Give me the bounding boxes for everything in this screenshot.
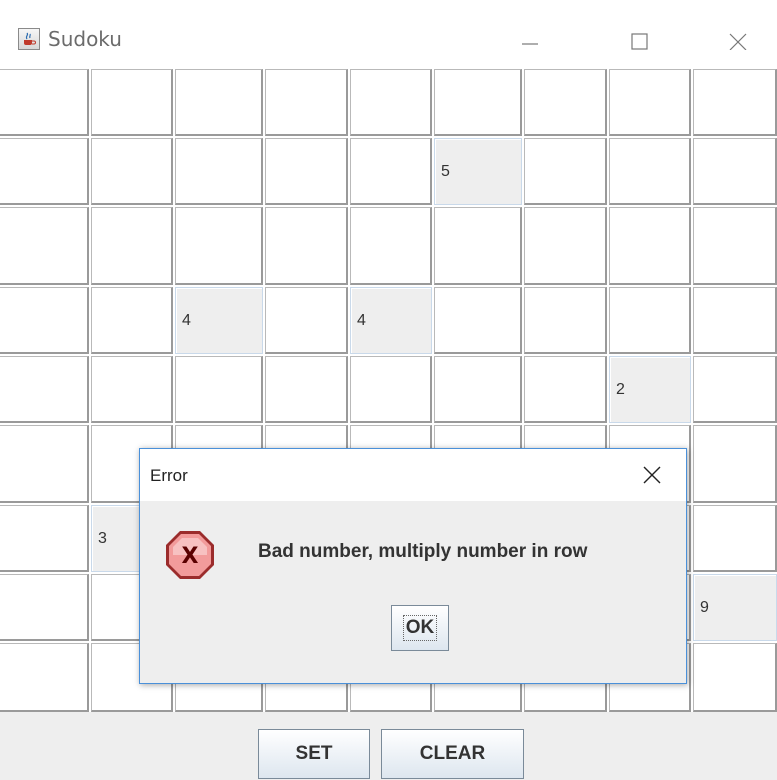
- grid-cell[interactable]: 4: [350, 287, 432, 354]
- grid-cell[interactable]: [609, 138, 691, 205]
- grid-cell[interactable]: [265, 287, 348, 354]
- grid-cell[interactable]: [175, 138, 263, 205]
- grid-cell[interactable]: [609, 287, 691, 354]
- grid-cell[interactable]: [434, 287, 522, 354]
- dialog-message: Bad number, multiply number in row: [258, 541, 588, 562]
- ok-button[interactable]: OK: [391, 605, 449, 651]
- clear-button[interactable]: CLEAR: [381, 729, 524, 779]
- close-window-button[interactable]: [702, 12, 772, 64]
- grid-cell[interactable]: [693, 643, 777, 712]
- grid-cell[interactable]: [524, 356, 607, 423]
- grid-cell[interactable]: 4: [175, 287, 263, 354]
- grid-cell[interactable]: [0, 207, 89, 285]
- grid-cell[interactable]: [693, 505, 777, 572]
- grid-cell[interactable]: [524, 69, 607, 136]
- grid-cell[interactable]: [0, 505, 89, 572]
- grid-cell[interactable]: [609, 207, 691, 285]
- grid-cell[interactable]: 2: [609, 356, 691, 423]
- maximize-button[interactable]: [604, 12, 674, 64]
- grid-cell[interactable]: [265, 138, 348, 205]
- grid-cell[interactable]: [265, 69, 348, 136]
- grid-cell[interactable]: [350, 138, 432, 205]
- grid-cell[interactable]: [91, 287, 173, 354]
- grid-cell[interactable]: [693, 287, 777, 354]
- grid-cell[interactable]: [91, 138, 173, 205]
- grid-cell[interactable]: [0, 643, 89, 712]
- grid-cell[interactable]: 9: [693, 574, 777, 641]
- window-title: Sudoku: [48, 27, 122, 51]
- grid-cell[interactable]: [693, 425, 777, 503]
- grid-cell[interactable]: [693, 207, 777, 285]
- java-cup-icon: [18, 28, 40, 50]
- grid-cell[interactable]: [434, 356, 522, 423]
- title-bar: Sudoku: [0, 0, 777, 64]
- grid-cell[interactable]: [91, 207, 173, 285]
- cell-value: 4: [182, 311, 191, 329]
- grid-cell[interactable]: [175, 69, 263, 136]
- grid-cell[interactable]: [350, 207, 432, 285]
- cell-value: 4: [357, 311, 366, 329]
- grid-cell[interactable]: [524, 207, 607, 285]
- grid-cell[interactable]: [434, 69, 522, 136]
- dialog-title: Error: [150, 466, 188, 485]
- grid-cell[interactable]: [693, 356, 777, 423]
- grid-cell[interactable]: [524, 138, 607, 205]
- dialog-title-bar: Error: [140, 449, 686, 501]
- grid-cell[interactable]: [91, 356, 173, 423]
- close-icon: [729, 33, 747, 50]
- minimize-button[interactable]: [494, 12, 564, 64]
- grid-cell[interactable]: [0, 356, 89, 423]
- minimize-icon: [522, 43, 538, 45]
- cell-value: 5: [441, 162, 450, 180]
- grid-cell[interactable]: [350, 69, 432, 136]
- grid-cell[interactable]: [693, 138, 777, 205]
- grid-cell[interactable]: [524, 287, 607, 354]
- grid-cell[interactable]: [91, 69, 173, 136]
- set-button[interactable]: SET: [258, 729, 370, 779]
- grid-cell[interactable]: [265, 207, 348, 285]
- ok-button-label: OK: [402, 615, 438, 641]
- dialog-close-button[interactable]: [640, 463, 664, 492]
- grid-cell[interactable]: [0, 425, 89, 503]
- svg-text:X: X: [182, 544, 199, 569]
- error-x-icon: X: [164, 529, 216, 586]
- grid-cell[interactable]: [0, 574, 89, 641]
- grid-cell[interactable]: [350, 356, 432, 423]
- grid-cell[interactable]: [175, 207, 263, 285]
- error-dialog: Error X Bad number, multiply number in r…: [139, 448, 687, 684]
- grid-cell[interactable]: [434, 207, 522, 285]
- grid-cell[interactable]: [265, 356, 348, 423]
- grid-cell[interactable]: [609, 69, 691, 136]
- maximize-icon: [631, 33, 648, 50]
- grid-cell[interactable]: [0, 69, 89, 136]
- grid-cell[interactable]: [0, 287, 89, 354]
- close-icon: [643, 466, 661, 484]
- cell-value: 3: [98, 529, 107, 547]
- grid-cell[interactable]: 5: [434, 138, 522, 205]
- grid-cell[interactable]: [0, 138, 89, 205]
- grid-cell[interactable]: [693, 69, 777, 136]
- grid-cell[interactable]: [175, 356, 263, 423]
- cell-value: 9: [700, 598, 709, 616]
- cell-value: 2: [616, 380, 625, 398]
